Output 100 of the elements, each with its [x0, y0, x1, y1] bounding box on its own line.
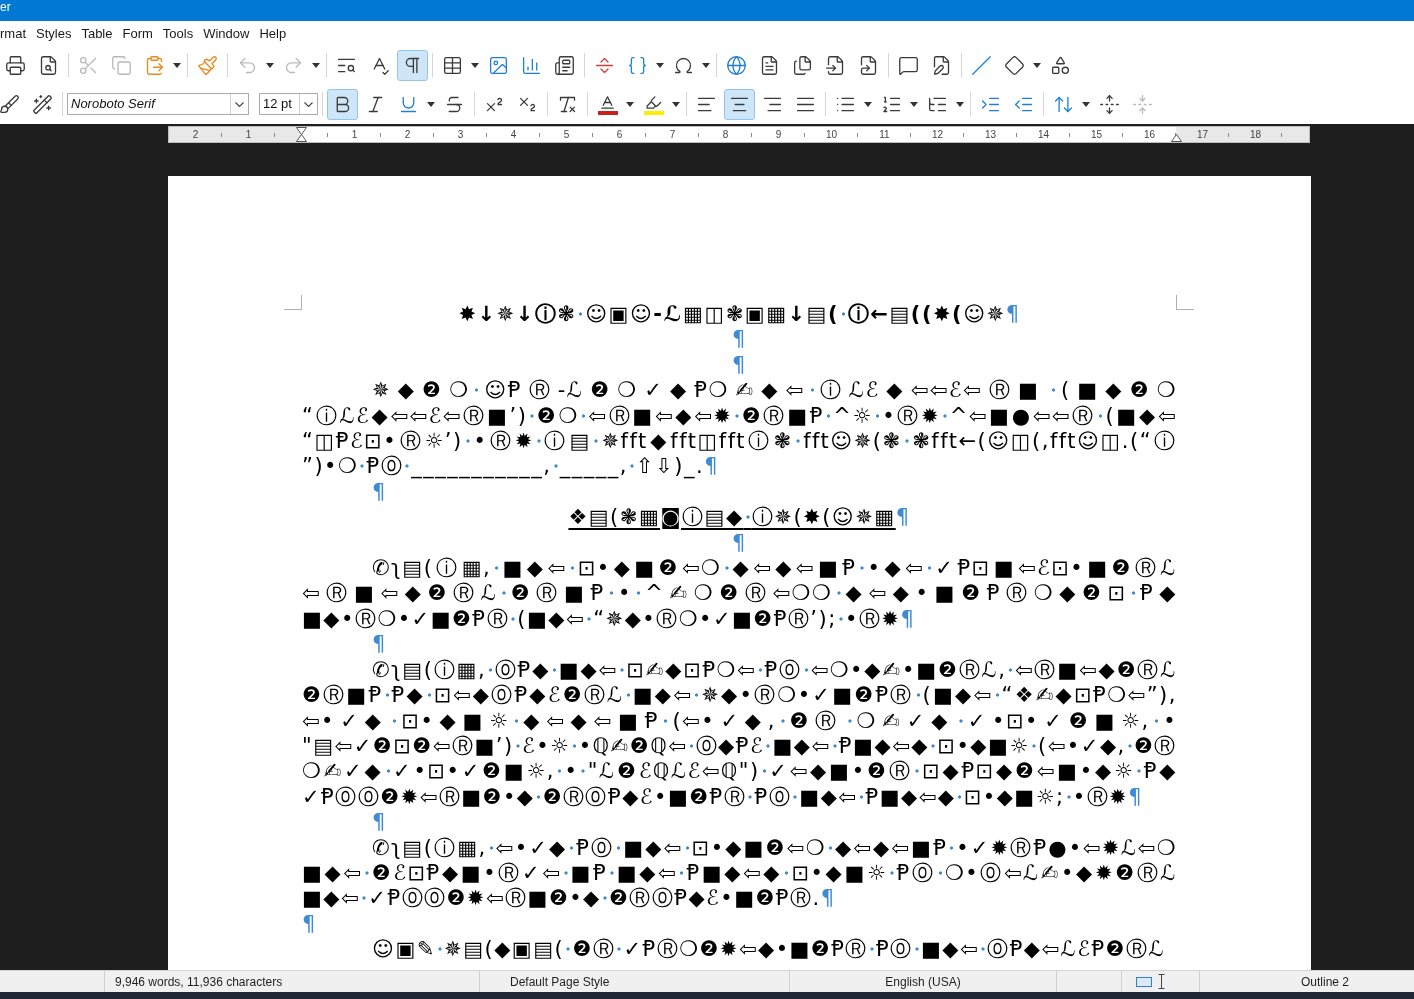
font-size-combobox[interactable]: 12 pt [259, 93, 318, 115]
heading-text: ❖▤(❃▦◙ⓘ▤◆ ⓘ✵(✸(☺✵▦¶ [568, 505, 911, 531]
menu-item[interactable]: Tools [158, 24, 198, 43]
globe-icon [726, 54, 747, 76]
caret-icon [172, 62, 181, 68]
ruler-number: 4 [510, 129, 517, 140]
window-title: er [0, 0, 11, 14]
ruler-number: 1 [351, 129, 358, 140]
ruler-number: 16 [1143, 129, 1156, 140]
ruler-number: 2 [192, 129, 199, 140]
word-count[interactable]: 9,946 words, 11,936 characters [115, 972, 283, 991]
chevron-down-icon [304, 101, 313, 107]
paragraph-mark: ¶ [372, 810, 387, 835]
speech-bubble-icon [898, 54, 919, 76]
rectangle-icon[interactable] [1136, 976, 1152, 987]
spacing-decrease-icon [1132, 93, 1153, 115]
braces-icon [627, 54, 648, 76]
font-color-icon [597, 93, 618, 115]
ruler-number: 2 [404, 129, 411, 140]
menu-item[interactable]: rmat [0, 24, 30, 43]
wand-sparkles-icon [32, 93, 53, 115]
diamond-icon [1004, 54, 1025, 76]
caret-icon [426, 101, 435, 107]
ruler-number: 3 [457, 129, 464, 140]
paragraph-text: ✆ʅ▤(ⓘ▦, ⇦•✓◆ Ᵽ⓪ ■◆⇦ ⊡•◆■❷⇦❍ ◆⇦◆⇦■Ᵽ •✓✹ⓇⱣ●•⇦✹ℒ⇦❍ ■◆⇦ ❷ℰ⊡Ᵽ◆■•Ⓡ✓⇦ ■Ᵽ ■◆⇦ Ᵽ■◆⇦◆ ⊡•◆■☼ Ᵽ⓪ ❍•⓪⇦ℒ✍•◆✹❷Ⓡℒ ■◆⇦ ✓Ᵽ⓪⓪❷✹⇦Ⓡ■❷•◆ ❷Ⓡ⓪Ᵽ◆ℰ•■❷ⱣⓇ.¶ [302, 835, 1177, 912]
paragraph-mark: ¶ [372, 479, 387, 504]
paintbrush-icon [197, 54, 218, 76]
ruler-number: 7 [669, 129, 676, 140]
document-icon [759, 54, 780, 76]
image-icon [488, 54, 509, 76]
caret-icon [671, 101, 680, 107]
margin-corner-mark [284, 295, 302, 310]
indent-marker-icon[interactable] [296, 127, 307, 142]
margin-corner-mark [1176, 295, 1194, 310]
document-link-icon [858, 54, 879, 76]
brush-icon [0, 93, 20, 115]
title-text: ✸↓✵↓ⓘ❃ ☺▣☺-ℒ▦◫❃▣▦↓▤( ⓘ←▤((✸(☺✵¶ [458, 302, 1021, 328]
menu-item[interactable]: Styles [32, 24, 76, 43]
ruler-number: 10 [825, 129, 838, 140]
printer-icon [5, 54, 26, 76]
copy-icon [111, 54, 132, 76]
ruler-number: 18 [1249, 129, 1262, 140]
paragraph-text: ☺▣✎ ✵▤(◆▣▤( ❷Ⓡ ✓ⱣⓇ❍❷✹⇦◆•■❷ⱣⓇ Ᵽ⓪ ■◆⇦ ⓪Ᵽ◆⇦ℒℰⱣ❷Ⓡℒ [371, 937, 1167, 963]
text-cursor-icon[interactable] [1158, 974, 1165, 989]
caret-icon [655, 62, 664, 68]
text-box-icon [554, 54, 575, 76]
ruler-number: 12 [931, 129, 944, 140]
indent-marker-icon[interactable] [1171, 134, 1182, 142]
caret-icon [955, 101, 964, 107]
menu-item[interactable]: Window [199, 24, 254, 43]
language[interactable]: English (USA) [885, 972, 961, 991]
paragraph-text: ✆ʅ▤(ⓘ▦, ■◆⇦ ⊡•◆■❷⇦❍ ◆⇦◆⇦■Ᵽ •◆⇦ ✓Ᵽ⊡■⇦ℰ⊡•■❷Ⓡℒ ⇦Ⓡ■⇦◆❷Ⓡℒ ❷Ⓡ■Ᵽ • ^✍❍❷Ⓡ⇦❍❍ ◆⇦◆•■❷ⱣⓇ❍◆❷⊡ Ᵽ◆ ■◆•Ⓡ❍•✓■❷ⱣⓇ (■◆⇦ “✵◆•Ⓡ❍•✓■❷ⱣⓇ’); •Ⓡ✹¶ [302, 556, 1177, 633]
document-magnifier-icon [38, 54, 59, 76]
caret-icon [265, 62, 274, 68]
align-center-button[interactable] [724, 88, 755, 120]
caret-icon [909, 101, 918, 107]
shapes-icon [1050, 54, 1071, 76]
spacing-increase-icon [1099, 93, 1120, 115]
font-name-combobox[interactable]: Noroboto Serif [67, 93, 249, 115]
document-arrow-icon [825, 54, 846, 76]
caret-icon [1081, 101, 1090, 107]
documents-icon [792, 54, 813, 76]
bold-button[interactable] [327, 88, 358, 120]
line-icon [971, 54, 992, 76]
ruler-number: 17 [1196, 129, 1209, 140]
formatting-marks-button[interactable] [397, 49, 428, 81]
ruler-number: 9 [775, 129, 782, 140]
ruler-number: 5 [563, 129, 570, 140]
ruler-number: 13 [984, 129, 997, 140]
table-icon [442, 54, 463, 76]
ruler-number: 14 [1037, 129, 1050, 140]
caret-icon [1032, 62, 1041, 68]
highlighter-icon [643, 93, 664, 115]
scissors-icon [78, 54, 99, 76]
bar-chart-icon [521, 54, 542, 76]
ruler[interactable]: 2 1 1 2 3 4 5 6 7 8 9 10 11 12 13 14 15 16 17 18 [168, 126, 1310, 143]
caret-icon [701, 62, 710, 68]
menu-item[interactable]: Form [118, 24, 157, 43]
chevron-down-icon [235, 101, 244, 107]
caret-icon [863, 101, 872, 107]
ruler-number: 1 [245, 129, 252, 140]
paragraph-text: ✆ʅ▤(ⓘ▦, ⓪Ᵽ◆ ■◆⇦ ⊡✍◆⊡Ᵽ❍⇦ Ᵽ⓪ ⇦❍•◆✍•■❷Ⓡℒ, ⇦Ⓡ■⇦◆❷Ⓡℒ ❷Ⓡ■Ᵽ Ᵽ◆ ⊡⇦◆⓪Ᵽ◆ℰ❷Ⓡℒ ■◆⇦ ✵◆•Ⓡ❍•✓■❷ⱣⓇ (■◆⇦ “❖✍◆⊡Ᵽ❍⇦”), ⇦•✓◆ ⊡•◆■☼ ◆⇦◆⇦■Ᵽ (⇦•✓◆, ❷Ⓡ ❍✍✓◆ ✓•⊡•✓❷■☼, • "▤⇦✓❷⊡❷⇦Ⓡ■’) ℰ•☼ •ℚ✍❷ℚ⇦ ⓪◆Ᵽℰ ■◆⇦ Ᵽ■◆⇦◆ ⊡•◆■☼ (⇦•✓◆, ❷Ⓡ ❍✍✓◆ ✓•⊡•✓❷■☼, • "ℒ❷ℰℚℒℰ⇦ℚ") ✓⇦◆■•❷Ⓡ ⊡◆Ᵽ⊡◆❷⇦■•◆☼ Ᵽ◆ ✓Ᵽ⓪⓪❷✹⇦Ⓡ■❷•◆ ❷Ⓡ⓪Ᵽ◆ℰ•■❷ⱣⓇ Ᵽ⓪ ■◆⇦ Ᵽ■◆⇦◆ ⊡•◆■☼; •Ⓡ✹¶ [302, 657, 1177, 811]
paragraph-mark: ¶ [732, 352, 747, 377]
page-style[interactable]: Default Page Style [510, 972, 610, 991]
ruler-number: 11 [879, 129, 890, 140]
ruler-number: 6 [616, 129, 623, 140]
caret-icon [470, 62, 479, 68]
menu-item[interactable]: Help [255, 24, 291, 43]
caret-icon [625, 101, 634, 107]
outline-level: Outline 2 [1301, 973, 1349, 991]
ruler-number: 8 [722, 129, 729, 140]
document-pen-icon [931, 54, 952, 76]
paragraph-mark: ¶ [302, 911, 317, 936]
paragraph-mark: ¶ [732, 327, 747, 352]
menu-item[interactable]: Table [77, 24, 117, 43]
caret-icon [311, 62, 320, 68]
paragraph-text: ✵◆❷❍ ☺ⱣⓇ-ℒ❷❍✓◆Ᵽ❍✍◆⇦ ⓘℒℰ◆⇦⇦ℰ⇦Ⓡ■ (■◆❷❍ “ⓘℒℰ◆⇦⇦ℰ⇦Ⓡ■’) ❷❍ ⇦Ⓡ■⇦◆⇦✹ ❷Ⓡ■Ᵽ ^☼ •Ⓡ✹ ^⇦■●⇦⇦Ⓡ (■◆⇦ “◫Ᵽℰ⊡•Ⓡ☼’) •Ⓡ✹ ⓘ▤ ✵fft◆fft◫fftⓘ❃ fft☺✵(❃ ❃fft←(☺◫(,fft☺◫.(“ⓘ ”)•❍ Ᵽ⓪ ___________, _____, ⇧⇩)_.¶ [302, 378, 1177, 480]
clipboard-icon [144, 54, 165, 76]
paragraph-mark: ¶ [732, 530, 747, 555]
ruler-number: 15 [1090, 129, 1103, 140]
